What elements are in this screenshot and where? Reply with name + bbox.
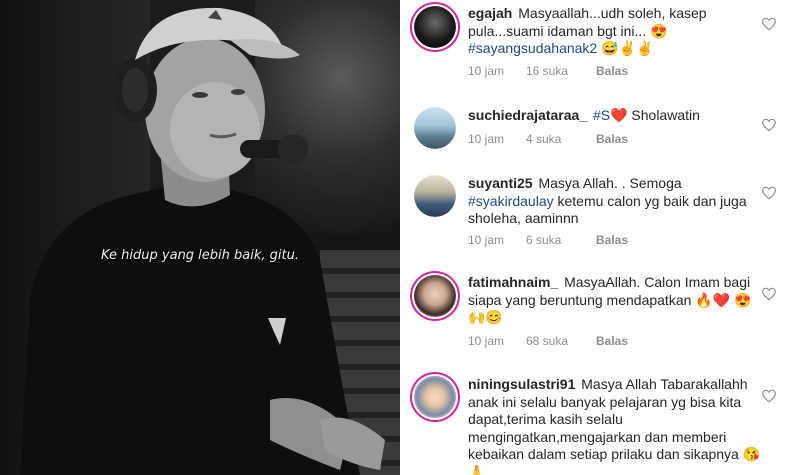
- avatar[interactable]: [414, 6, 456, 48]
- heart-icon[interactable]: [761, 16, 777, 32]
- hashtag-link[interactable]: #sayangsudahanak2: [468, 40, 597, 56]
- comment-likes[interactable]: 16 suka: [526, 64, 596, 78]
- comment-username[interactable]: suchiedrajataraa_: [468, 107, 587, 123]
- heart-icon[interactable]: [761, 286, 777, 302]
- heart-icon[interactable]: [761, 185, 777, 201]
- hashtag-link[interactable]: #S: [593, 107, 610, 123]
- reply-button[interactable]: Balas: [596, 233, 628, 247]
- person-illustration: [20, 7, 385, 475]
- avatar[interactable]: [414, 175, 456, 217]
- comment-body: niningsulastri91 Masya Allah Tabarakalla…: [468, 376, 768, 475]
- heart-icon[interactable]: [761, 117, 777, 133]
- video-subtitle: Ke hidup yang lebih baik, gitu.: [100, 248, 299, 263]
- video-frame[interactable]: Ke hidup yang lebih baik, gitu.: [0, 0, 400, 475]
- comment-time: 10 jam: [468, 334, 505, 348]
- reply-button[interactable]: Balas: [596, 64, 628, 78]
- comment-username[interactable]: fatimahnaim_: [468, 274, 558, 290]
- reply-button[interactable]: Balas: [596, 132, 628, 146]
- comment-meta: 10 jam 6 suka Balas: [468, 233, 628, 247]
- comment-likes[interactable]: 4 suka: [526, 132, 596, 146]
- comment-text-segment: ❤️ Sholawatin: [610, 107, 700, 123]
- comment-time: 10 jam: [468, 132, 505, 146]
- comment-likes[interactable]: 68 suka: [526, 334, 596, 348]
- comment-meta: 10 jam 16 suka Balas: [468, 64, 628, 78]
- comment-body: egajah Masyaallah...udh soleh, kasep pul…: [468, 5, 768, 58]
- avatar[interactable]: [414, 376, 456, 418]
- heart-icon[interactable]: [761, 388, 777, 404]
- hashtag-link[interactable]: #syakirdaulay: [468, 193, 554, 209]
- comment-time: 10 jam: [468, 64, 505, 78]
- comment-username[interactable]: niningsulastri91: [468, 376, 575, 392]
- comment-username[interactable]: egajah: [468, 5, 512, 21]
- comment-body: suyanti25 Masya Allah. . Semoga #syakird…: [468, 175, 768, 228]
- reply-button[interactable]: Balas: [596, 334, 628, 348]
- avatar[interactable]: [414, 107, 456, 149]
- comment-likes[interactable]: 6 suka: [526, 233, 596, 247]
- comments-panel: egajah Masyaallah...udh soleh, kasep pul…: [400, 0, 800, 475]
- comment-meta: 10 jam 4 suka Balas: [468, 132, 628, 146]
- comment-time: 10 jam: [468, 233, 505, 247]
- comment-meta: 10 jam 68 suka Balas: [468, 334, 628, 348]
- comment-body: fatimahnaim_ MasyaAllah. Calon Imam bagi…: [468, 274, 768, 327]
- comment-username[interactable]: suyanti25: [468, 175, 533, 191]
- comment-text-segment: 😅✌️✌️: [597, 40, 654, 56]
- avatar[interactable]: [414, 275, 456, 317]
- comment-body: suchiedrajataraa_ #S❤️ Sholawatin: [468, 107, 768, 125]
- comment-text-segment: Masya Allah. . Semoga: [538, 175, 682, 191]
